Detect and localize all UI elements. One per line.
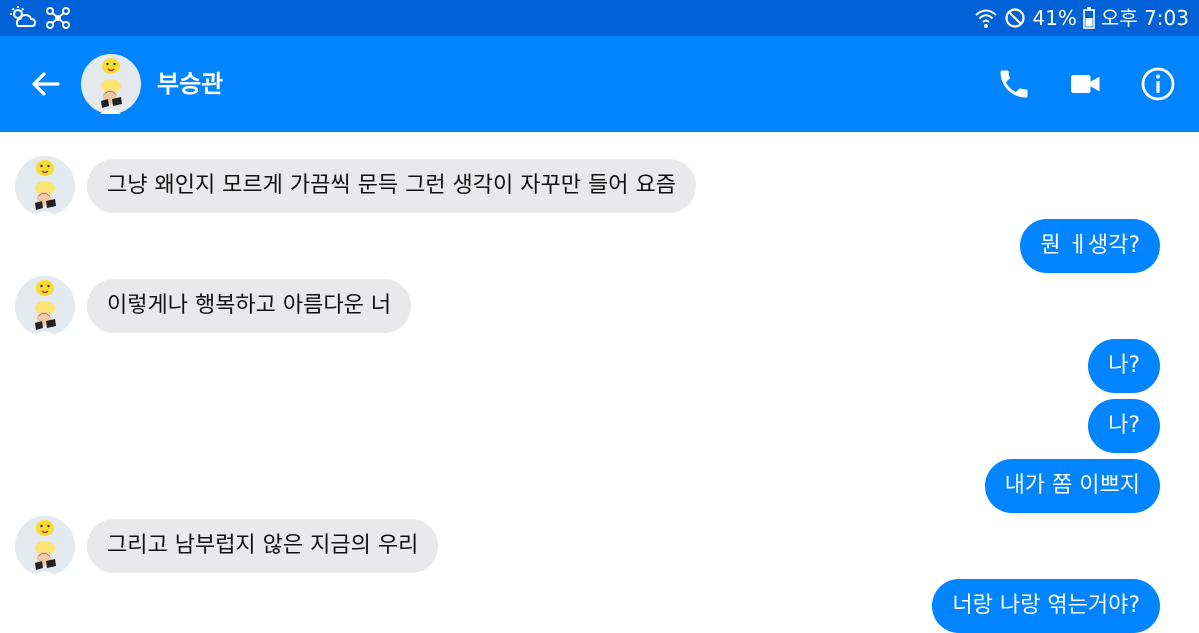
wifi-icon — [974, 7, 998, 29]
sender-avatar[interactable] — [15, 516, 75, 576]
battery-icon — [1083, 7, 1095, 29]
incoming-message[interactable]: 그냥 왜인지 모르게 가끔씩 문득 그런 생각이 자꾸만 들어 요즘 — [87, 159, 696, 213]
status-bar: 41% 오후 7:03 — [0, 0, 1199, 36]
outgoing-message[interactable]: 내가 쫌 이쁘지 — [984, 459, 1160, 513]
do-not-disturb-icon — [1004, 7, 1026, 29]
contact-name[interactable]: 부승관 — [157, 68, 223, 100]
status-left — [10, 6, 70, 30]
conversation-header: 부승관 — [0, 36, 1199, 132]
outgoing-message[interactable]: 뭔 ㅔ생각? — [1020, 219, 1160, 273]
voice-call-button[interactable] — [996, 66, 1032, 102]
phone-icon — [1000, 70, 1028, 98]
outgoing-message[interactable]: 너랑 나랑 엮는거야? — [932, 579, 1160, 633]
video-call-button[interactable] — [1068, 66, 1104, 102]
conversation-info-button[interactable] — [1140, 66, 1176, 102]
weather-icon — [10, 6, 36, 30]
outgoing-message[interactable]: 나? — [1088, 399, 1160, 453]
contact-avatar[interactable] — [81, 54, 141, 114]
back-button[interactable] — [28, 66, 64, 102]
outgoing-message[interactable]: 나? — [1088, 339, 1160, 393]
network-icon — [46, 6, 70, 30]
video-camera-icon — [1071, 75, 1100, 93]
battery-percent: 41% — [1032, 6, 1077, 30]
incoming-message[interactable]: 그리고 남부럽지 않은 지금의 우리 — [87, 519, 439, 573]
info-icon — [1141, 67, 1175, 101]
incoming-message[interactable]: 이렇게나 행복하고 아름다운 너 — [87, 279, 412, 333]
back-arrow-icon — [32, 72, 60, 96]
status-right: 41% 오후 7:03 — [974, 5, 1189, 31]
sender-avatar[interactable] — [15, 156, 75, 216]
message-list[interactable]: 그냥 왜인지 모르게 가끔씩 문득 그런 생각이 자꾸만 들어 요즘 뭔 ㅔ생각… — [0, 132, 1199, 633]
sender-avatar[interactable] — [15, 276, 75, 336]
status-time: 오후 7:03 — [1100, 6, 1189, 30]
